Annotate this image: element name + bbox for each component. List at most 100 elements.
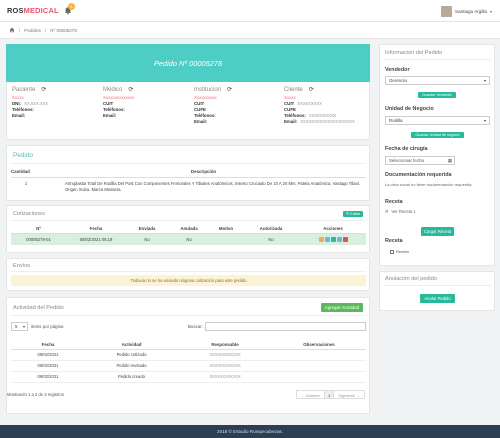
refresh-icon[interactable]: ⟳: [309, 86, 314, 93]
save-vendedor-button[interactable]: Guardar Vendedor: [418, 92, 456, 98]
cotizaciones-table: Nº Fecha Enviada Anulada Motivo Autoriza…: [11, 224, 366, 245]
actividad-title: Actividad del Pedido: [13, 305, 64, 311]
print-action-icon[interactable]: [336, 237, 342, 242]
chevron-down-icon: ▾: [483, 118, 486, 123]
field-label: Email:: [284, 119, 298, 124]
field-value: XX.XXX.XXX: [24, 101, 48, 106]
party-title: Institucion: [194, 86, 222, 93]
cell-qty: 1: [24, 181, 28, 186]
row-actions: [300, 237, 366, 242]
cell-responsable: XXXXXXXXXXXX: [209, 352, 241, 357]
search-input[interactable]: [205, 322, 366, 331]
authorize-action-icon[interactable]: [330, 237, 336, 242]
user-menu[interactable]: Santiago Argilla ▾: [441, 5, 492, 17]
logo-text-b: MEDICAL: [23, 6, 59, 15]
column-header: Fecha: [89, 225, 103, 231]
save-vendedor-label: Guardar Vendedor: [422, 93, 452, 97]
envios-panel: Envíos Todavía no se ha enviado ninguna …: [6, 258, 370, 291]
cirugia-label: Fecha de cirugía: [385, 146, 428, 152]
refresh-icon[interactable]: ⟳: [227, 86, 232, 93]
cell-responsable: XXXXXXXXXXXX: [209, 374, 241, 379]
column-header: Fecha: [41, 341, 55, 347]
cargar-receta-button[interactable]: Cargar Receta: [421, 227, 454, 236]
cell-desc: Artroplastia Total De Rodilla Del Post C…: [65, 181, 360, 193]
receta-label-2: Receta: [385, 238, 403, 244]
doc-label: Documentación requerida: [385, 172, 452, 178]
field-label: CUFE: [284, 107, 296, 112]
top-navbar: ROSMEDICAL 1 Santiago Argilla ▾: [0, 0, 500, 22]
info-title: Información del Pedido: [385, 50, 443, 56]
cotizaciones-panel: Cotizaciones ✎ Editar Nº Fecha Enviada A…: [6, 205, 370, 253]
order-banner: Pedido Nº 00005278: [6, 44, 370, 82]
field-value: XXXXXXXXXX: [308, 113, 337, 118]
cotizaciones-title: Cotizaciones: [13, 211, 46, 217]
cell-anulada: No: [186, 236, 192, 242]
party-title: Médico: [103, 86, 123, 93]
party-title: Cliente: [284, 86, 303, 93]
home-icon[interactable]: [9, 27, 15, 33]
field-label: CUIT: [103, 101, 114, 106]
table-row[interactable]: 00005278-01 09/02/2021 06:19 No No No: [11, 233, 366, 245]
cell-obs: [272, 349, 366, 360]
refresh-icon[interactable]: ⟳: [128, 86, 133, 93]
party-name: Xxxxx: [12, 95, 24, 100]
field-value: XXXXXXXXX: [297, 101, 322, 106]
anular-pedido-button[interactable]: Anular Pedido: [420, 294, 455, 303]
cell-fecha: 09/02/2021 06:19: [79, 236, 113, 242]
field-label: CUIT: [284, 101, 295, 106]
cell-motivo: [210, 233, 242, 245]
save-unidad-button[interactable]: Guardar Unidad de negocio: [411, 132, 464, 138]
field-label: Teléfonos:: [12, 107, 34, 112]
anular-pedido-label: Anular Pedido: [424, 296, 451, 301]
pagination-page[interactable]: 1: [324, 391, 335, 398]
field-label: Email:: [103, 113, 117, 118]
view-action-icon[interactable]: [324, 237, 330, 242]
table-row: 09/02/2021 Pedido cotizado XXXXXXXXXXXX: [11, 349, 366, 360]
cell-actividad: Pedido revisado: [116, 363, 147, 368]
unidad-label: Unidad de Negocio: [385, 106, 434, 112]
breadcrumb-current: Nº 00005278: [50, 27, 77, 33]
breadcrumb-pedidos[interactable]: Pedidos: [24, 28, 41, 33]
vendedor-value: Gerencia: [389, 78, 407, 83]
receta-label: Receta: [385, 199, 403, 205]
party-name: Xxxxxxxxxx: [194, 95, 217, 100]
checkbox-icon[interactable]: [390, 249, 394, 254]
edit-button[interactable]: ✎ Editar: [343, 211, 363, 217]
anulacion-title: Anulación del pedido: [385, 276, 437, 282]
column-header: Motivo: [218, 225, 234, 231]
receta-checkbox[interactable]: Receta: [390, 249, 409, 254]
column-header: Responsable: [211, 341, 239, 347]
unidad-select[interactable]: Rodilla ▾: [385, 116, 490, 125]
column-header: Actividad: [121, 341, 142, 347]
cell-actividad: Pedido creado: [117, 374, 145, 379]
vendedor-select[interactable]: Gerencia ▾: [385, 76, 490, 85]
field-label: Email:: [194, 119, 208, 124]
cirugia-date-input[interactable]: Seleccionar fecha ▦: [385, 156, 455, 165]
party-institucion: Institucion ⟳ Xxxxxxxxxx CUIT CUFE Teléfo…: [194, 86, 284, 125]
calendar-icon[interactable]: ▦: [448, 158, 452, 164]
column-header: Autorizada: [259, 225, 283, 231]
party-medico: Médico ⟳ Xxxxxxxxxxxxxx CUIT Teléfonos: E…: [103, 86, 193, 119]
column-header: Nº: [36, 225, 41, 231]
add-activity-button[interactable]: Agregar Actividad: [321, 303, 363, 312]
field-label: Teléfonos:: [194, 113, 216, 118]
cell-fecha: 09/02/2021: [37, 352, 59, 357]
delete-action-icon[interactable]: [342, 237, 348, 242]
cell-responsable: XXXXXXXXXXXX: [209, 363, 241, 368]
email-action-icon[interactable]: [318, 237, 324, 242]
notification-badge: 1: [68, 3, 75, 10]
pagination-prev[interactable]: ← Anterior: [297, 391, 325, 398]
pagination-next[interactable]: Siguiente →: [334, 391, 364, 398]
table-row: 09/02/2021 Pedido creado XXXXXXXXXXXX: [11, 371, 366, 382]
column-header: Anulada: [180, 225, 198, 231]
app-logo[interactable]: ROSMEDICAL: [7, 6, 59, 15]
pagination-info: Mostrando 1 a 3 de 3 registros: [7, 392, 64, 397]
field-label: Teléfonos:: [284, 113, 306, 118]
table-row: 09/02/2021 Pedido revisado XXXXXXXXXXXX: [11, 360, 366, 371]
page-size-select[interactable]: 5 ▾: [11, 322, 28, 331]
cell-actividad: Pedido cotizado: [116, 352, 147, 357]
receta-link[interactable]: 🗎 Ver Receta 1: [385, 209, 416, 216]
doc-text: La obra social no tiene documentación re…: [385, 182, 472, 187]
field-label: Teléfonos:: [103, 107, 125, 112]
refresh-icon[interactable]: ⟳: [41, 86, 46, 93]
